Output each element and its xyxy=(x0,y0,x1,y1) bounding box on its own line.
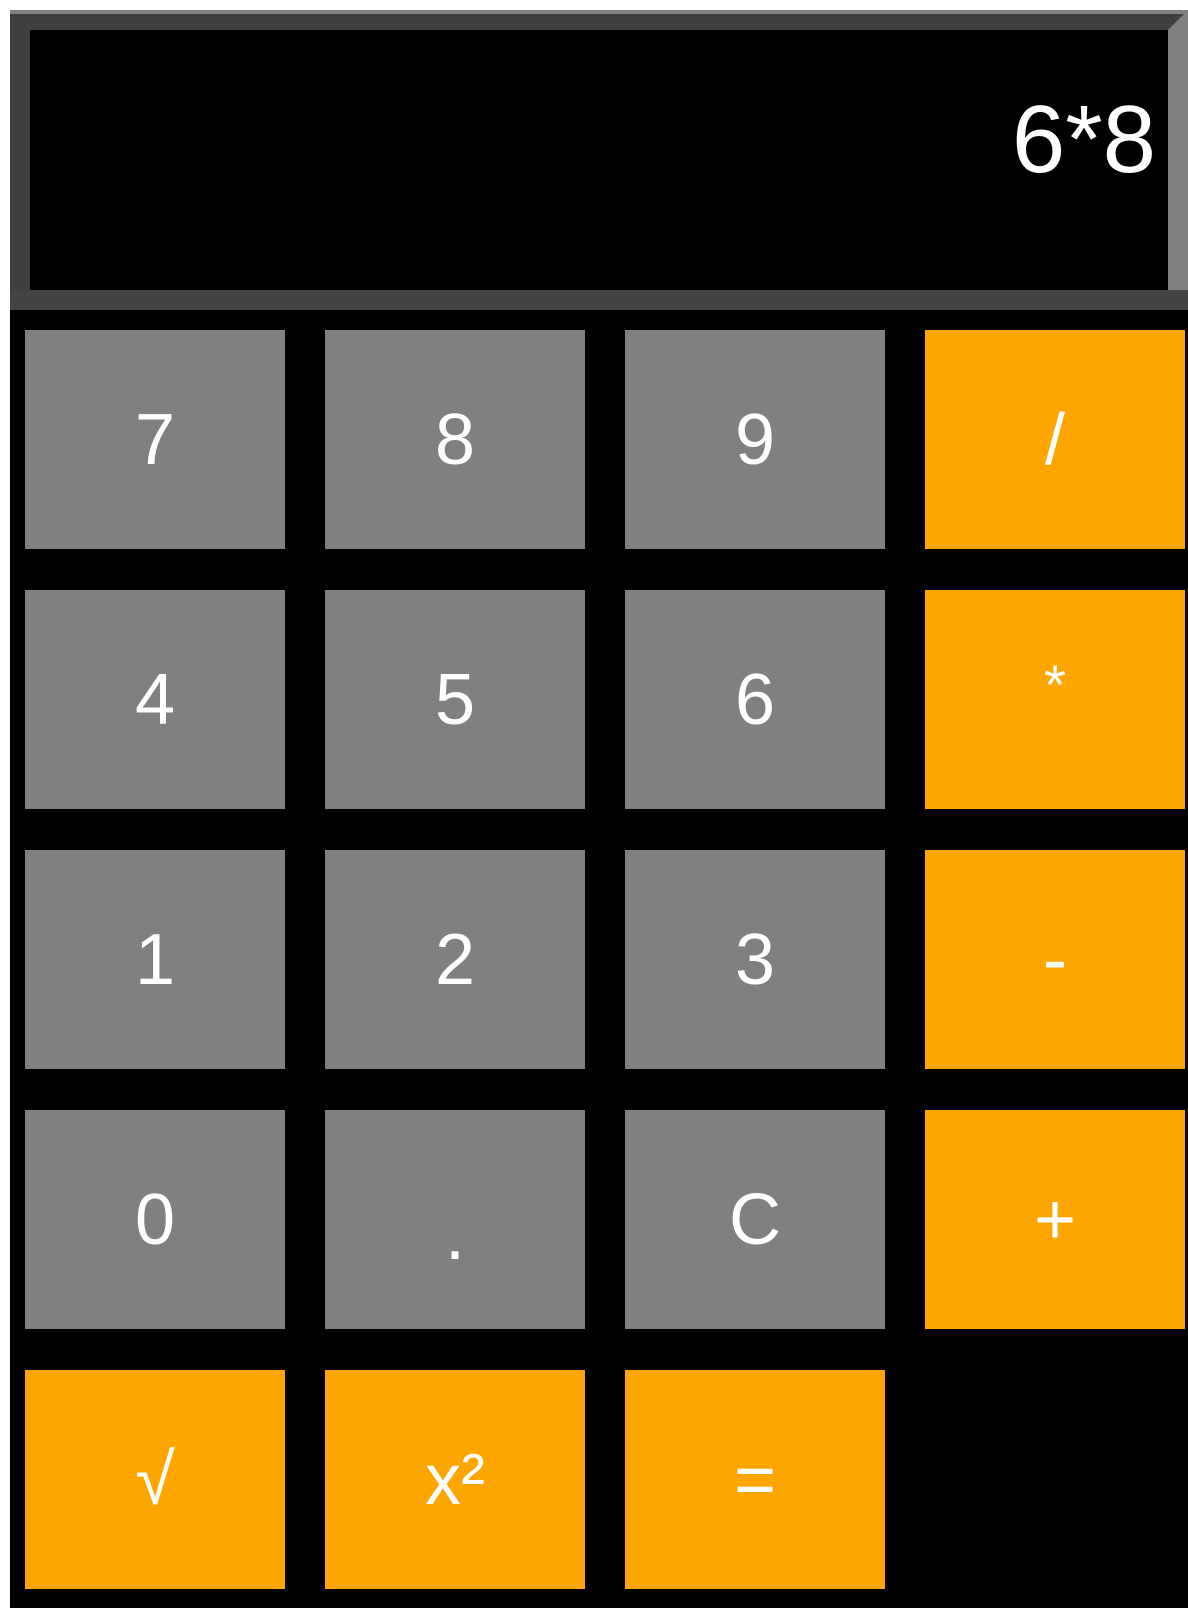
key-1-button[interactable]: 1 xyxy=(25,850,285,1069)
key-label: 1 xyxy=(134,919,176,1000)
key-7-button[interactable]: 7 xyxy=(25,330,285,549)
key-6-button[interactable]: 6 xyxy=(625,590,885,809)
key-label: - xyxy=(1043,919,1067,1000)
key-8-button[interactable]: 8 xyxy=(325,330,585,549)
square-root-button[interactable]: √ xyxy=(25,1370,285,1589)
key-label: 2 xyxy=(434,919,476,1000)
multiply-button[interactable]: * xyxy=(925,590,1185,809)
key-3-button[interactable]: 3 xyxy=(625,850,885,1069)
key-label: 7 xyxy=(134,399,176,480)
clear-button[interactable]: C xyxy=(625,1110,885,1329)
key-label: / xyxy=(1044,399,1065,480)
key-label: + xyxy=(1033,1179,1077,1260)
decimal-point-button[interactable]: . xyxy=(325,1110,585,1329)
key-label: = xyxy=(733,1439,777,1520)
add-button[interactable]: + xyxy=(925,1110,1185,1329)
square-button[interactable]: x² xyxy=(325,1370,585,1589)
key-label: 4 xyxy=(134,659,176,740)
key-4-button[interactable]: 4 xyxy=(25,590,285,809)
key-2-button[interactable]: 2 xyxy=(325,850,585,1069)
key-0-button[interactable]: 0 xyxy=(25,1110,285,1329)
key-5-button[interactable]: 5 xyxy=(325,590,585,809)
key-label: . xyxy=(444,1194,465,1275)
key-label: C xyxy=(729,1179,781,1260)
key-label: 9 xyxy=(734,399,776,480)
divide-button[interactable]: / xyxy=(925,330,1185,549)
key-label: 3 xyxy=(734,919,776,1000)
key-label: 0 xyxy=(134,1179,176,1260)
display-divider xyxy=(10,290,1188,310)
key-label: x² xyxy=(425,1439,485,1520)
key-label: 6 xyxy=(734,659,776,740)
key-label: 5 xyxy=(434,659,476,740)
subtract-button[interactable]: - xyxy=(925,850,1185,1069)
calculator: 6*8 7 8 9 / 4 5 6 * 1 2 3 - 0 . C + √ x²… xyxy=(10,10,1188,1608)
display-readout: 6*8 xyxy=(1011,86,1156,193)
key-label: √ xyxy=(135,1439,175,1520)
display-frame: 6*8 xyxy=(10,10,1188,310)
key-label: * xyxy=(1044,652,1066,716)
key-9-button[interactable]: 9 xyxy=(625,330,885,549)
key-label: 8 xyxy=(434,399,476,480)
equals-button[interactable]: = xyxy=(625,1370,885,1589)
